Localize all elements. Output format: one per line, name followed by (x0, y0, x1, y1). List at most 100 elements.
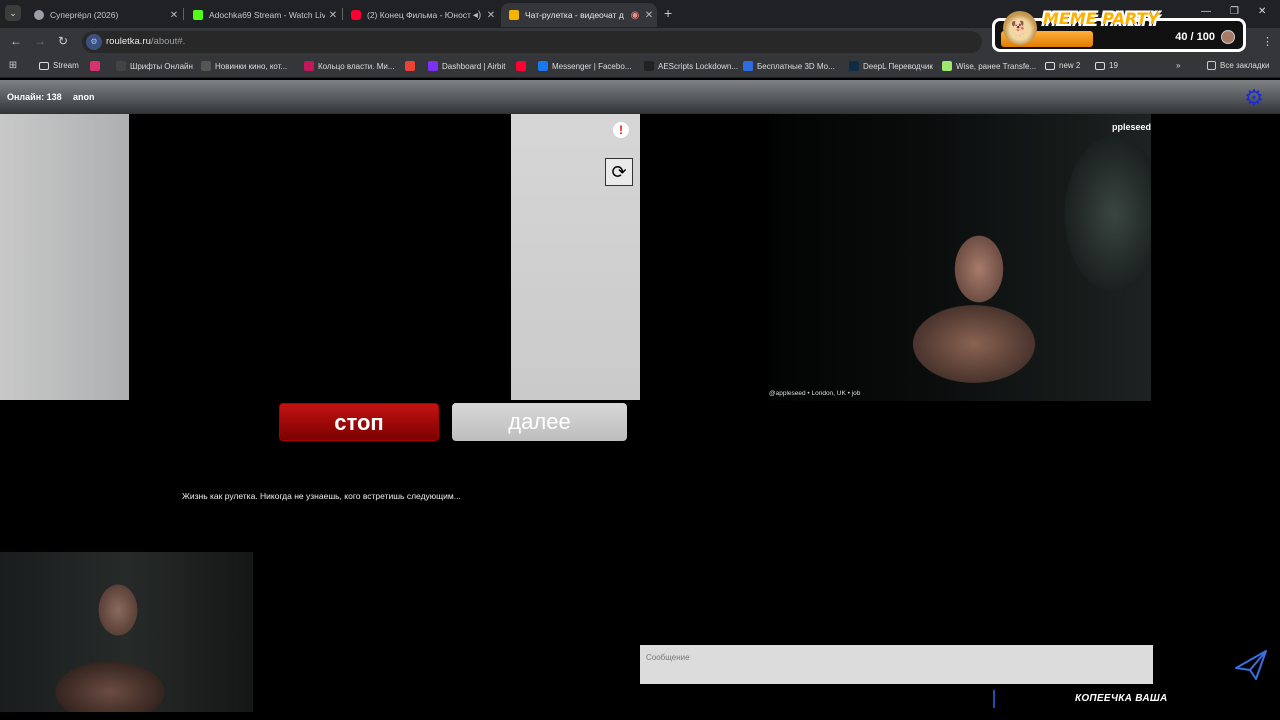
meme-party-title: MEME PARTY (1043, 9, 1160, 28)
bookmark-item[interactable]: 19 (1095, 61, 1118, 70)
bookmark-label: new 2 (1059, 61, 1081, 70)
send-icon[interactable] (1234, 648, 1268, 682)
user-name[interactable]: anon (73, 92, 95, 102)
bookmark-label: Messenger | Facebo... (552, 61, 632, 71)
bookmark-item[interactable]: Новинки кино, кот... (201, 61, 287, 71)
recording-icon: ◉ (630, 9, 640, 21)
bookmark-label: Wise, ранее Transfe... (956, 61, 1037, 71)
live-icon (90, 61, 100, 71)
bookmark-label: 19 (1109, 61, 1118, 70)
bookmark-item[interactable]: Messenger | Facebo... (538, 61, 631, 71)
bookmark-label: Stream (53, 61, 79, 70)
gmail-icon (405, 61, 415, 71)
bookmark-label: Новинки кино, кот... (215, 61, 288, 71)
r-icon (304, 61, 314, 71)
bookmark-label: Кольцо власти. Ми... (318, 61, 395, 71)
bookmark-item[interactable] (516, 61, 530, 71)
local-webcam-video (0, 552, 253, 712)
tab-title: Чат-рулетка - видеочат д (525, 10, 624, 20)
bookmark-item[interactable]: AEScripts Lockdown... (644, 61, 738, 71)
deepl-icon (849, 61, 859, 71)
airbit-icon (428, 61, 438, 71)
site-header: Онлайн: 138 anon ⚙ (0, 80, 1280, 114)
forward-icon[interactable]: → (34, 34, 46, 48)
bookmark-label: Шрифты Онлайн (130, 61, 193, 71)
tab-1[interactable]: Суперrёрл (2026) ✕ (26, 3, 182, 27)
minimize-icon[interactable]: — (1201, 6, 1211, 17)
tab-title: Adochka69 Stream - Watch Live (209, 10, 325, 20)
new-tab-button[interactable]: + (664, 5, 672, 21)
close-icon[interactable]: ✕ (483, 10, 499, 21)
3d-icon (743, 61, 753, 71)
bookmark-item[interactable] (90, 61, 104, 71)
bookmark-item[interactable]: Wise, ранее Transfe... (942, 61, 1036, 71)
tab-title: (2) Конец Фильма - Юность (367, 10, 471, 20)
next-button[interactable]: далее (452, 403, 627, 441)
bookmark-item[interactable]: Бесплатные 3D Мо... (743, 61, 835, 71)
report-icon[interactable]: ! (613, 122, 629, 138)
youtube-icon (516, 61, 526, 71)
mirrored-caption: @appleseed • London, UK • job (769, 390, 861, 397)
bookmark-item[interactable]: new 2 (1045, 61, 1080, 70)
partner-video-left-panel (0, 114, 129, 400)
film-icon (201, 61, 211, 71)
settings-gear-icon[interactable]: ⚙ (1242, 86, 1266, 110)
folder-icon (1045, 61, 1055, 70)
stop-button[interactable]: стоп (279, 403, 439, 441)
all-bookmarks-label: Все закладки (1220, 61, 1270, 70)
online-count: Онлайн: 138 (7, 92, 62, 102)
address-bar[interactable]: ⚙ rouletka.ru/about#. (82, 31, 982, 53)
bookmark-item[interactable] (405, 61, 419, 71)
url-text[interactable]: rouletka.ru/about#. (106, 36, 185, 47)
partner-video-right-panel (511, 114, 640, 400)
partner-video: ! ⟳ (0, 114, 640, 400)
bookmark-item[interactable]: Stream (39, 61, 79, 70)
tab-4-active[interactable]: Чат-рулетка - видеочат д ◉ ✕ (501, 3, 657, 27)
back-icon[interactable]: ← (10, 34, 22, 48)
site-info-icon[interactable]: ⚙ (86, 34, 102, 50)
browser-menu-icon[interactable]: ⋮ (1262, 35, 1273, 48)
close-icon[interactable]: ✕ (166, 10, 182, 21)
bookmark-item[interactable]: Dashboard | Airbit (428, 61, 505, 71)
speaker-icon[interactable]: ◂) (471, 10, 483, 21)
bookmark-label: AEScripts Lockdown... (658, 61, 739, 71)
apps-icon[interactable]: ⊞ (8, 61, 22, 71)
close-icon[interactable]: ✕ (325, 10, 341, 21)
tab-title: Суперrёрл (2026) (50, 10, 119, 20)
mirrored-nickname: ppleseed (1111, 122, 1151, 132)
facebook-icon (538, 61, 548, 71)
bookmark-label: DeepL Переводчик (863, 61, 933, 71)
folder-icon (1207, 61, 1216, 70)
url-host: rouletka.ru (106, 36, 151, 47)
folder-icon (1095, 61, 1105, 70)
brand-text: КОПЕЕЧКА ВАША (1075, 693, 1168, 704)
bookmark-label: Бесплатные 3D Мо... (757, 61, 835, 71)
all-bookmarks[interactable]: Все закладки (1207, 61, 1269, 70)
meme-party-widget: 🐕 MEME PARTY 40 / 100 (992, 9, 1246, 52)
coin-icon (1221, 30, 1235, 44)
bookmarks-bar: ⊞ Stream Шрифты Онлайн Новинки кино, кот..… (0, 56, 1280, 78)
youtube-icon (351, 10, 361, 20)
bookmark-item[interactable]: Шрифты Онлайн (116, 61, 193, 71)
aescripts-icon (644, 61, 654, 71)
kick-icon (193, 10, 203, 20)
message-input[interactable] (640, 645, 1153, 684)
rotate-camera-button[interactable]: ⟳ (605, 158, 633, 186)
tab-search-icon[interactable]: ⌄ (5, 5, 21, 21)
bookmark-item[interactable]: DeepL Переводчик (849, 61, 933, 71)
doge-icon: 🐕 (1003, 11, 1037, 45)
bookmark-item[interactable]: Кольцо власти. Ми... (304, 61, 395, 71)
tab-divider (183, 8, 184, 20)
restore-icon[interactable]: ❐ (1230, 6, 1239, 17)
reload-icon[interactable]: ↻ (58, 34, 68, 48)
tab-2[interactable]: Adochka69 Stream - Watch Live ✕ (185, 3, 341, 27)
wise-icon (942, 61, 952, 71)
text-cursor (993, 690, 995, 708)
bookmarks-more-icon[interactable]: » (1176, 61, 1180, 70)
meme-score: 40 / 100 (1175, 31, 1215, 43)
tagline-text: Жизнь как рулетка. Никогда не узнаешь, к… (182, 491, 461, 501)
url-path: /about#. (150, 36, 186, 47)
tab-3[interactable]: (2) Конец Фильма - Юность ◂) ✕ (343, 3, 499, 27)
window-close-icon[interactable]: ✕ (1258, 6, 1266, 17)
close-icon[interactable]: ✕ (641, 10, 657, 21)
